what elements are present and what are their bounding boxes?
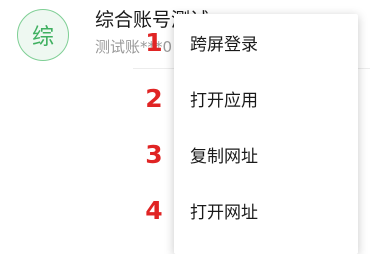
menu-item-label: 复制网址 [190, 146, 258, 167]
menu-item-open-url[interactable]: 打开网址 [174, 182, 358, 238]
menu-item-label: 跨屏登录 [190, 34, 258, 55]
menu-item-copy-url[interactable]: 复制网址 [174, 126, 358, 182]
avatar: 综 [17, 9, 69, 61]
menu-item-label: 打开网址 [190, 202, 258, 223]
step-number-4: 4 [145, 196, 163, 225]
context-menu: 跨屏登录 打开应用 复制网址 打开网址 [174, 14, 358, 254]
menu-item-cross-screen-login[interactable]: 跨屏登录 [174, 14, 358, 70]
step-number-1: 1 [145, 28, 163, 57]
step-number-3: 3 [145, 140, 163, 169]
step-number-2: 2 [145, 84, 163, 113]
menu-item-open-app[interactable]: 打开应用 [174, 70, 358, 126]
menu-item-label: 打开应用 [190, 90, 258, 111]
